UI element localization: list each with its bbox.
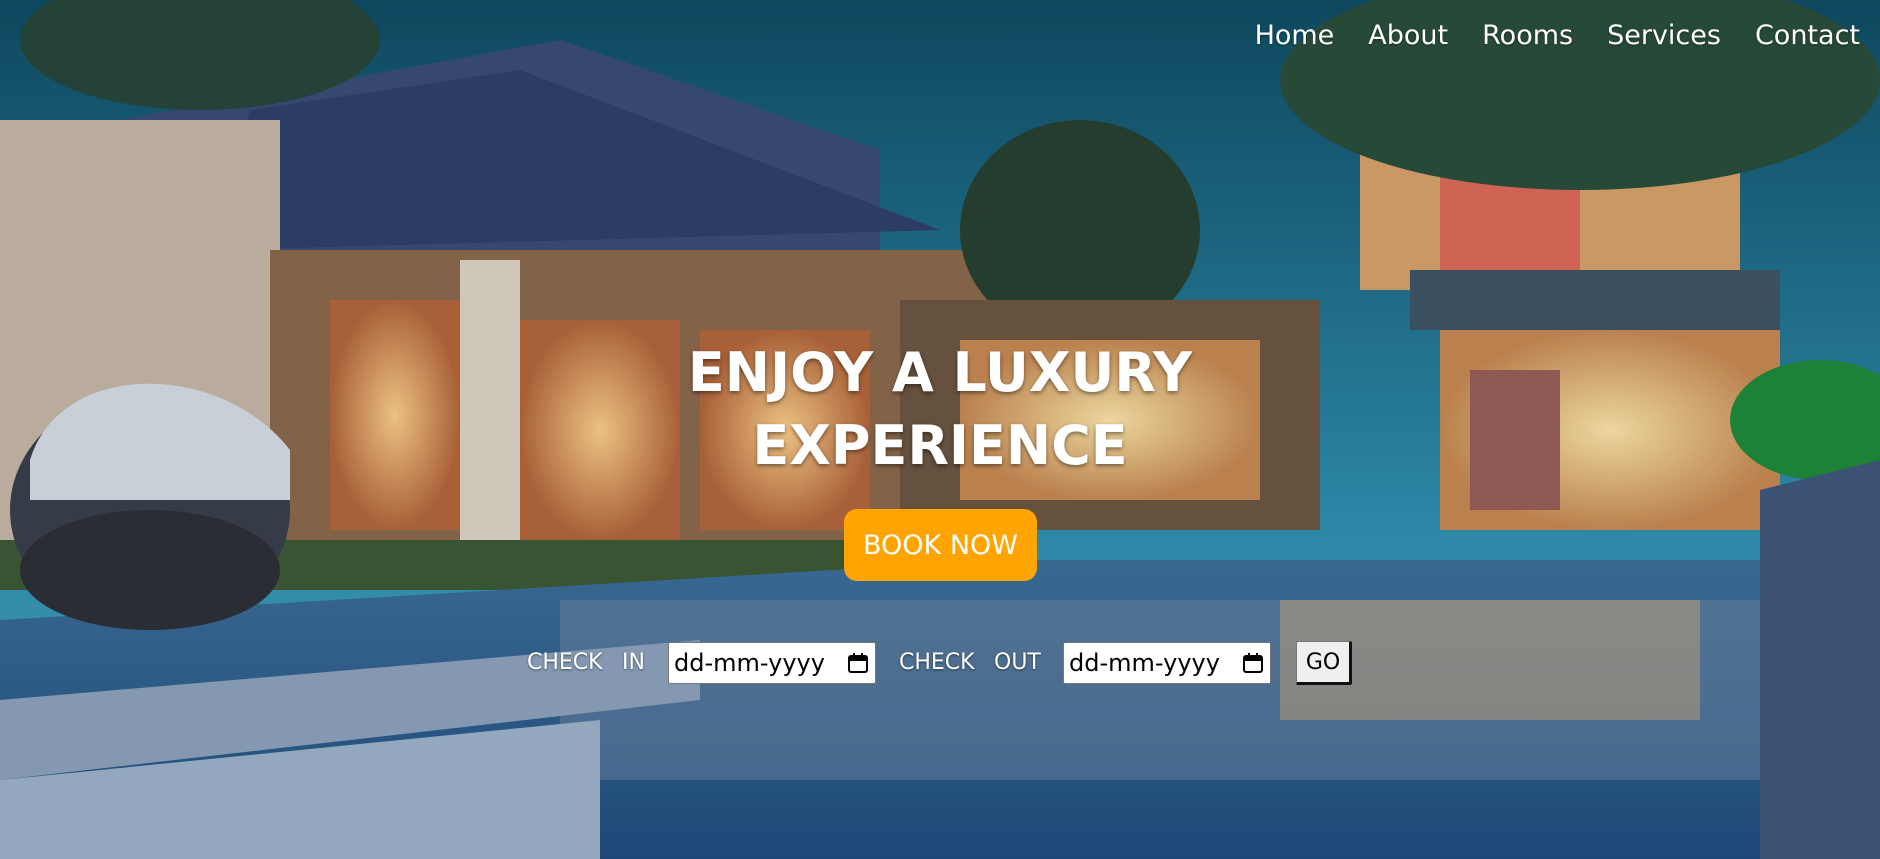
go-button[interactable]: GO bbox=[1296, 641, 1352, 685]
calendar-icon[interactable] bbox=[1242, 652, 1264, 674]
booking-form: CHECK IN CHECK OUT GO bbox=[0, 640, 1880, 686]
nav-about-link[interactable]: About bbox=[1368, 20, 1448, 51]
nav-home-link[interactable]: Home bbox=[1255, 20, 1335, 51]
hero-title-line-1: ENJOY A LUXURY bbox=[687, 341, 1193, 404]
hero-section: Home About Rooms Services Contact ENJOY … bbox=[0, 0, 1880, 859]
calendar-icon[interactable] bbox=[847, 652, 869, 674]
check-out-date-field[interactable] bbox=[1063, 642, 1271, 684]
nav-contact-link[interactable]: Contact bbox=[1755, 20, 1860, 51]
hero-title: ENJOY A LUXURY EXPERIENCE bbox=[640, 336, 1240, 482]
check-out-label-check: CHECK bbox=[899, 650, 975, 675]
check-in-label-in: IN bbox=[622, 650, 645, 675]
check-in-label-check: CHECK bbox=[527, 650, 603, 675]
check-out-date-input[interactable] bbox=[1069, 649, 1229, 677]
nav-rooms-link[interactable]: Rooms bbox=[1482, 20, 1573, 51]
book-now-button[interactable]: BOOK NOW bbox=[844, 509, 1037, 581]
check-in-date-input[interactable] bbox=[674, 649, 834, 677]
hero-title-line-2: EXPERIENCE bbox=[752, 414, 1128, 477]
check-out-label-out: OUT bbox=[994, 650, 1041, 675]
main-nav: Home About Rooms Services Contact bbox=[1255, 20, 1860, 51]
nav-services-link[interactable]: Services bbox=[1607, 20, 1721, 51]
check-in-date-field[interactable] bbox=[668, 642, 876, 684]
